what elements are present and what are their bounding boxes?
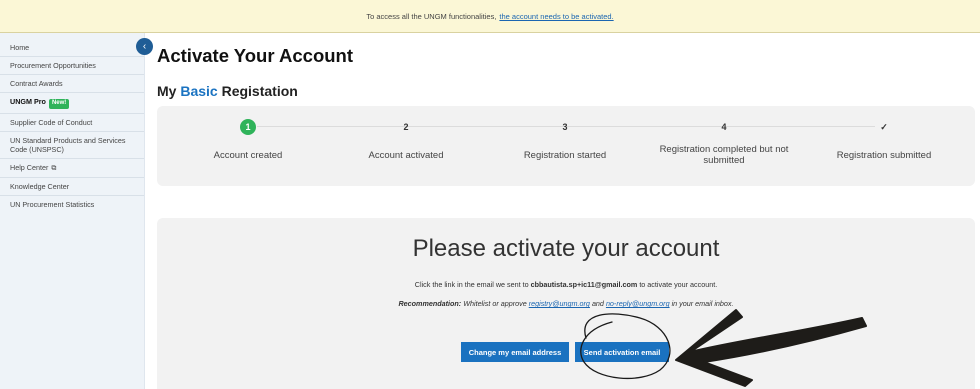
sidebar-item-help-center[interactable]: Help Center ⧉ xyxy=(0,159,144,179)
recommendation-body: in your email inbox. xyxy=(671,299,734,308)
step-label: Registration started xyxy=(523,149,607,161)
sidebar-item-label: Help Center xyxy=(10,162,49,172)
sidebar-item-unspsc[interactable]: UN Standard Products and Services Code (… xyxy=(0,132,144,159)
activation-panel: Please activate your account Click the l… xyxy=(157,218,975,389)
new-badge: New! xyxy=(48,99,70,109)
sidebar-item-contract-awards[interactable]: Contract Awards xyxy=(0,75,144,93)
sidebar-item-procurement-opportunities[interactable]: Procurement Opportunities xyxy=(0,57,144,75)
step-label: Registration completed but not submitted xyxy=(659,144,789,166)
sidebar-item-label: UN Procurement Statistics xyxy=(10,200,95,210)
user-email: cbbautista.sp+ic11@gmail.com xyxy=(530,280,638,289)
page-title: Activate Your Account xyxy=(157,45,354,66)
change-email-button[interactable]: Change my email address xyxy=(461,342,569,362)
sidebar-item-label: Contract Awards xyxy=(10,79,63,88)
sidebar-item-knowledge-center[interactable]: Knowledge Center xyxy=(0,178,144,197)
sidebar-item-label: Home xyxy=(10,43,30,52)
recommendation-body: and xyxy=(591,299,604,308)
sidebar-item-procurement-statistics[interactable]: UN Procurement Statistics xyxy=(0,196,144,213)
registry-email-link[interactable]: registry@ungm.org xyxy=(529,299,590,308)
sidebar: Home Procurement Opportunities Contract … xyxy=(0,33,145,389)
sidebar-item-ungm-pro[interactable]: UNGM Pro New! xyxy=(0,93,144,114)
step-number: 2 xyxy=(403,122,409,132)
chevron-left-icon: ‹ xyxy=(142,41,147,52)
recommendation-text: Recommendation: Whitelist or approve reg… xyxy=(157,299,975,308)
sidebar-item-supplier-code[interactable]: Supplier Code of Conduct xyxy=(0,114,144,132)
recommendation-body: Whitelist or approve xyxy=(463,299,527,308)
step-number: 4 xyxy=(721,122,727,132)
step-label: Account activated xyxy=(368,149,444,161)
registration-progress: 1 Account created 2 Account activated 3 … xyxy=(157,106,975,186)
banner-text: To access all the UNGM functionalities, xyxy=(366,11,497,21)
banner-activation-link[interactable]: the account needs to be activated. xyxy=(499,12,613,21)
checkmark-icon: ✓ xyxy=(880,122,888,132)
subtitle-accent: Basic xyxy=(180,83,218,99)
step-number: 3 xyxy=(562,122,568,132)
sidebar-item-label: UNGM Pro xyxy=(10,97,46,106)
recommendation-label: Recommendation: xyxy=(398,299,462,308)
noreply-email-link[interactable]: no-reply@ungm.org xyxy=(606,299,670,308)
step-label: Registration submitted xyxy=(836,149,932,161)
sidebar-item-label: Knowledge Center xyxy=(10,182,70,192)
sidebar-item-home[interactable]: Home xyxy=(0,39,144,57)
activation-banner: To access all the UNGM functionalities, … xyxy=(0,0,980,33)
registration-subtitle: My Basic Registation xyxy=(157,83,298,99)
sidebar-item-label: Supplier Code of Conduct xyxy=(10,117,93,127)
external-link-icon: ⧉ xyxy=(51,164,57,172)
subtitle-suffix: Registation xyxy=(221,83,298,99)
step-label: Account created xyxy=(213,149,283,161)
step-number: 1 xyxy=(240,119,256,135)
activation-message: Click the link in the email we sent to c… xyxy=(157,280,975,289)
subtitle-prefix: My xyxy=(157,83,177,99)
activation-heading: Please activate your account xyxy=(412,235,720,262)
message-text: to activate your account. xyxy=(639,280,718,289)
message-text: Click the link in the email we sent to xyxy=(414,280,529,289)
sidebar-item-label: UN Standard Products and Services Code (… xyxy=(10,135,126,154)
send-activation-email-button[interactable]: Send activation email xyxy=(575,342,669,362)
sidebar-collapse-button[interactable]: ‹ xyxy=(136,38,153,55)
sidebar-item-label: Procurement Opportunities xyxy=(10,61,96,70)
